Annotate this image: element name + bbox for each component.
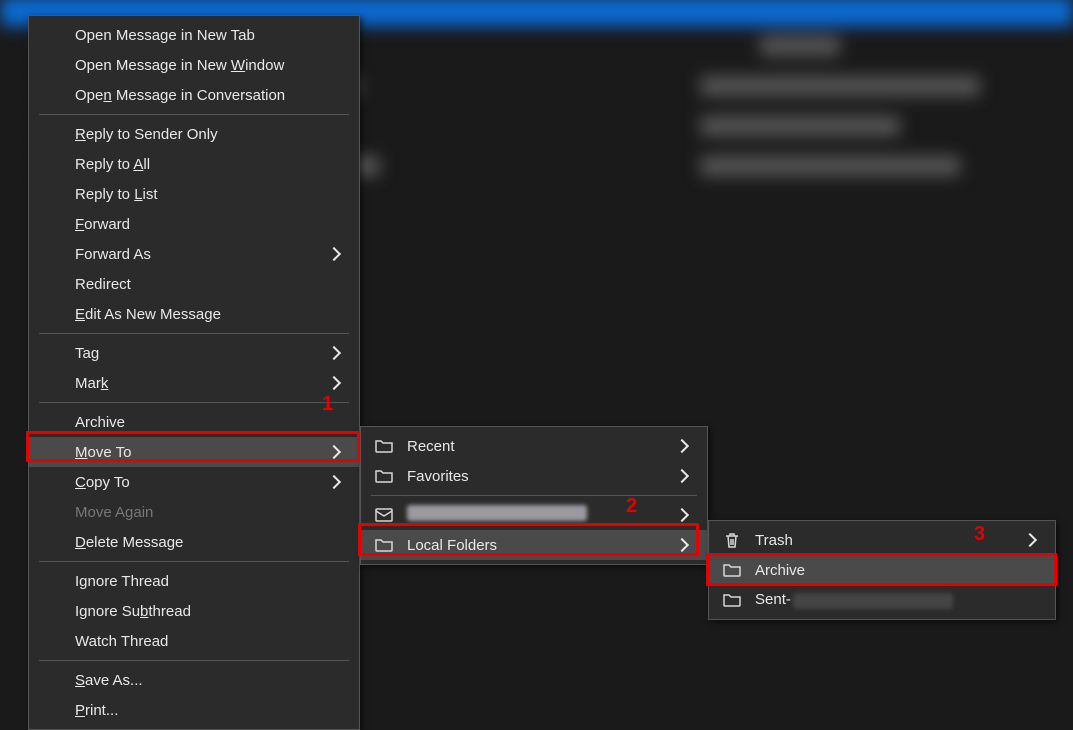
chevron-right-icon (327, 376, 341, 390)
trash-icon (721, 529, 743, 551)
sent-folder[interactable]: Sent- (709, 585, 1055, 615)
watch-thread[interactable]: Watch Thread (29, 626, 359, 656)
forward-as[interactable]: Forward As (29, 239, 359, 269)
open-message-conversation[interactable]: Open Message in Conversation (29, 80, 359, 110)
redacted-sent-suffix (793, 593, 953, 609)
redirect[interactable]: Redirect (29, 269, 359, 299)
separator (371, 495, 697, 496)
archive-folder[interactable]: Archive (709, 555, 1055, 585)
chevron-right-icon (675, 538, 689, 552)
separator (39, 114, 349, 115)
separator (39, 660, 349, 661)
separator (39, 561, 349, 562)
local-folders[interactable]: Local Folders (361, 530, 707, 560)
account-folder[interactable] (361, 500, 707, 530)
local-folders-submenu: Trash Archive Sent- (708, 520, 1056, 620)
redacted-account-name (407, 505, 587, 521)
mark[interactable]: Mark (29, 368, 359, 398)
chevron-right-icon (675, 439, 689, 453)
open-message-new-window[interactable]: Open Message in New Window (29, 50, 359, 80)
ignore-thread[interactable]: Ignore Thread (29, 566, 359, 596)
move-to-submenu: Recent Favorites Local Folders (360, 426, 708, 565)
folder-icon (373, 435, 395, 457)
ignore-subthread[interactable]: Ignore Subthread (29, 596, 359, 626)
delete-message[interactable]: Delete Message (29, 527, 359, 557)
chevron-right-icon (327, 445, 341, 459)
message-context-menu: Open Message in New Tab Open Message in … (28, 15, 360, 730)
forward[interactable]: Forward (29, 209, 359, 239)
separator (39, 333, 349, 334)
chevron-right-icon (327, 346, 341, 360)
reply-list[interactable]: Reply to List (29, 179, 359, 209)
reply-sender-only[interactable]: Reply to Sender Only (29, 119, 359, 149)
edit-as-new-message[interactable]: Edit As New Message (29, 299, 359, 329)
move-again: Move Again (29, 497, 359, 527)
chevron-right-icon (675, 508, 689, 522)
chevron-right-icon (327, 475, 341, 489)
favorites-folder[interactable]: Favorites (361, 461, 707, 491)
folder-icon (721, 589, 743, 611)
chevron-right-icon (1023, 533, 1037, 547)
mail-account-icon (373, 504, 395, 526)
folder-icon (373, 534, 395, 556)
reply-all[interactable]: Reply to All (29, 149, 359, 179)
print[interactable]: Print... (29, 695, 359, 725)
move-to[interactable]: Move To (29, 437, 359, 467)
open-message-new-tab[interactable]: Open Message in New Tab (29, 20, 359, 50)
trash-folder[interactable]: Trash (709, 525, 1055, 555)
separator (39, 402, 349, 403)
chevron-right-icon (327, 247, 341, 261)
copy-to[interactable]: Copy To (29, 467, 359, 497)
archive[interactable]: Archive (29, 407, 359, 437)
folder-icon (373, 465, 395, 487)
chevron-right-icon (675, 469, 689, 483)
folder-icon (721, 559, 743, 581)
tag[interactable]: Tag (29, 338, 359, 368)
save-as[interactable]: Save As... (29, 665, 359, 695)
recent-folder[interactable]: Recent (361, 431, 707, 461)
